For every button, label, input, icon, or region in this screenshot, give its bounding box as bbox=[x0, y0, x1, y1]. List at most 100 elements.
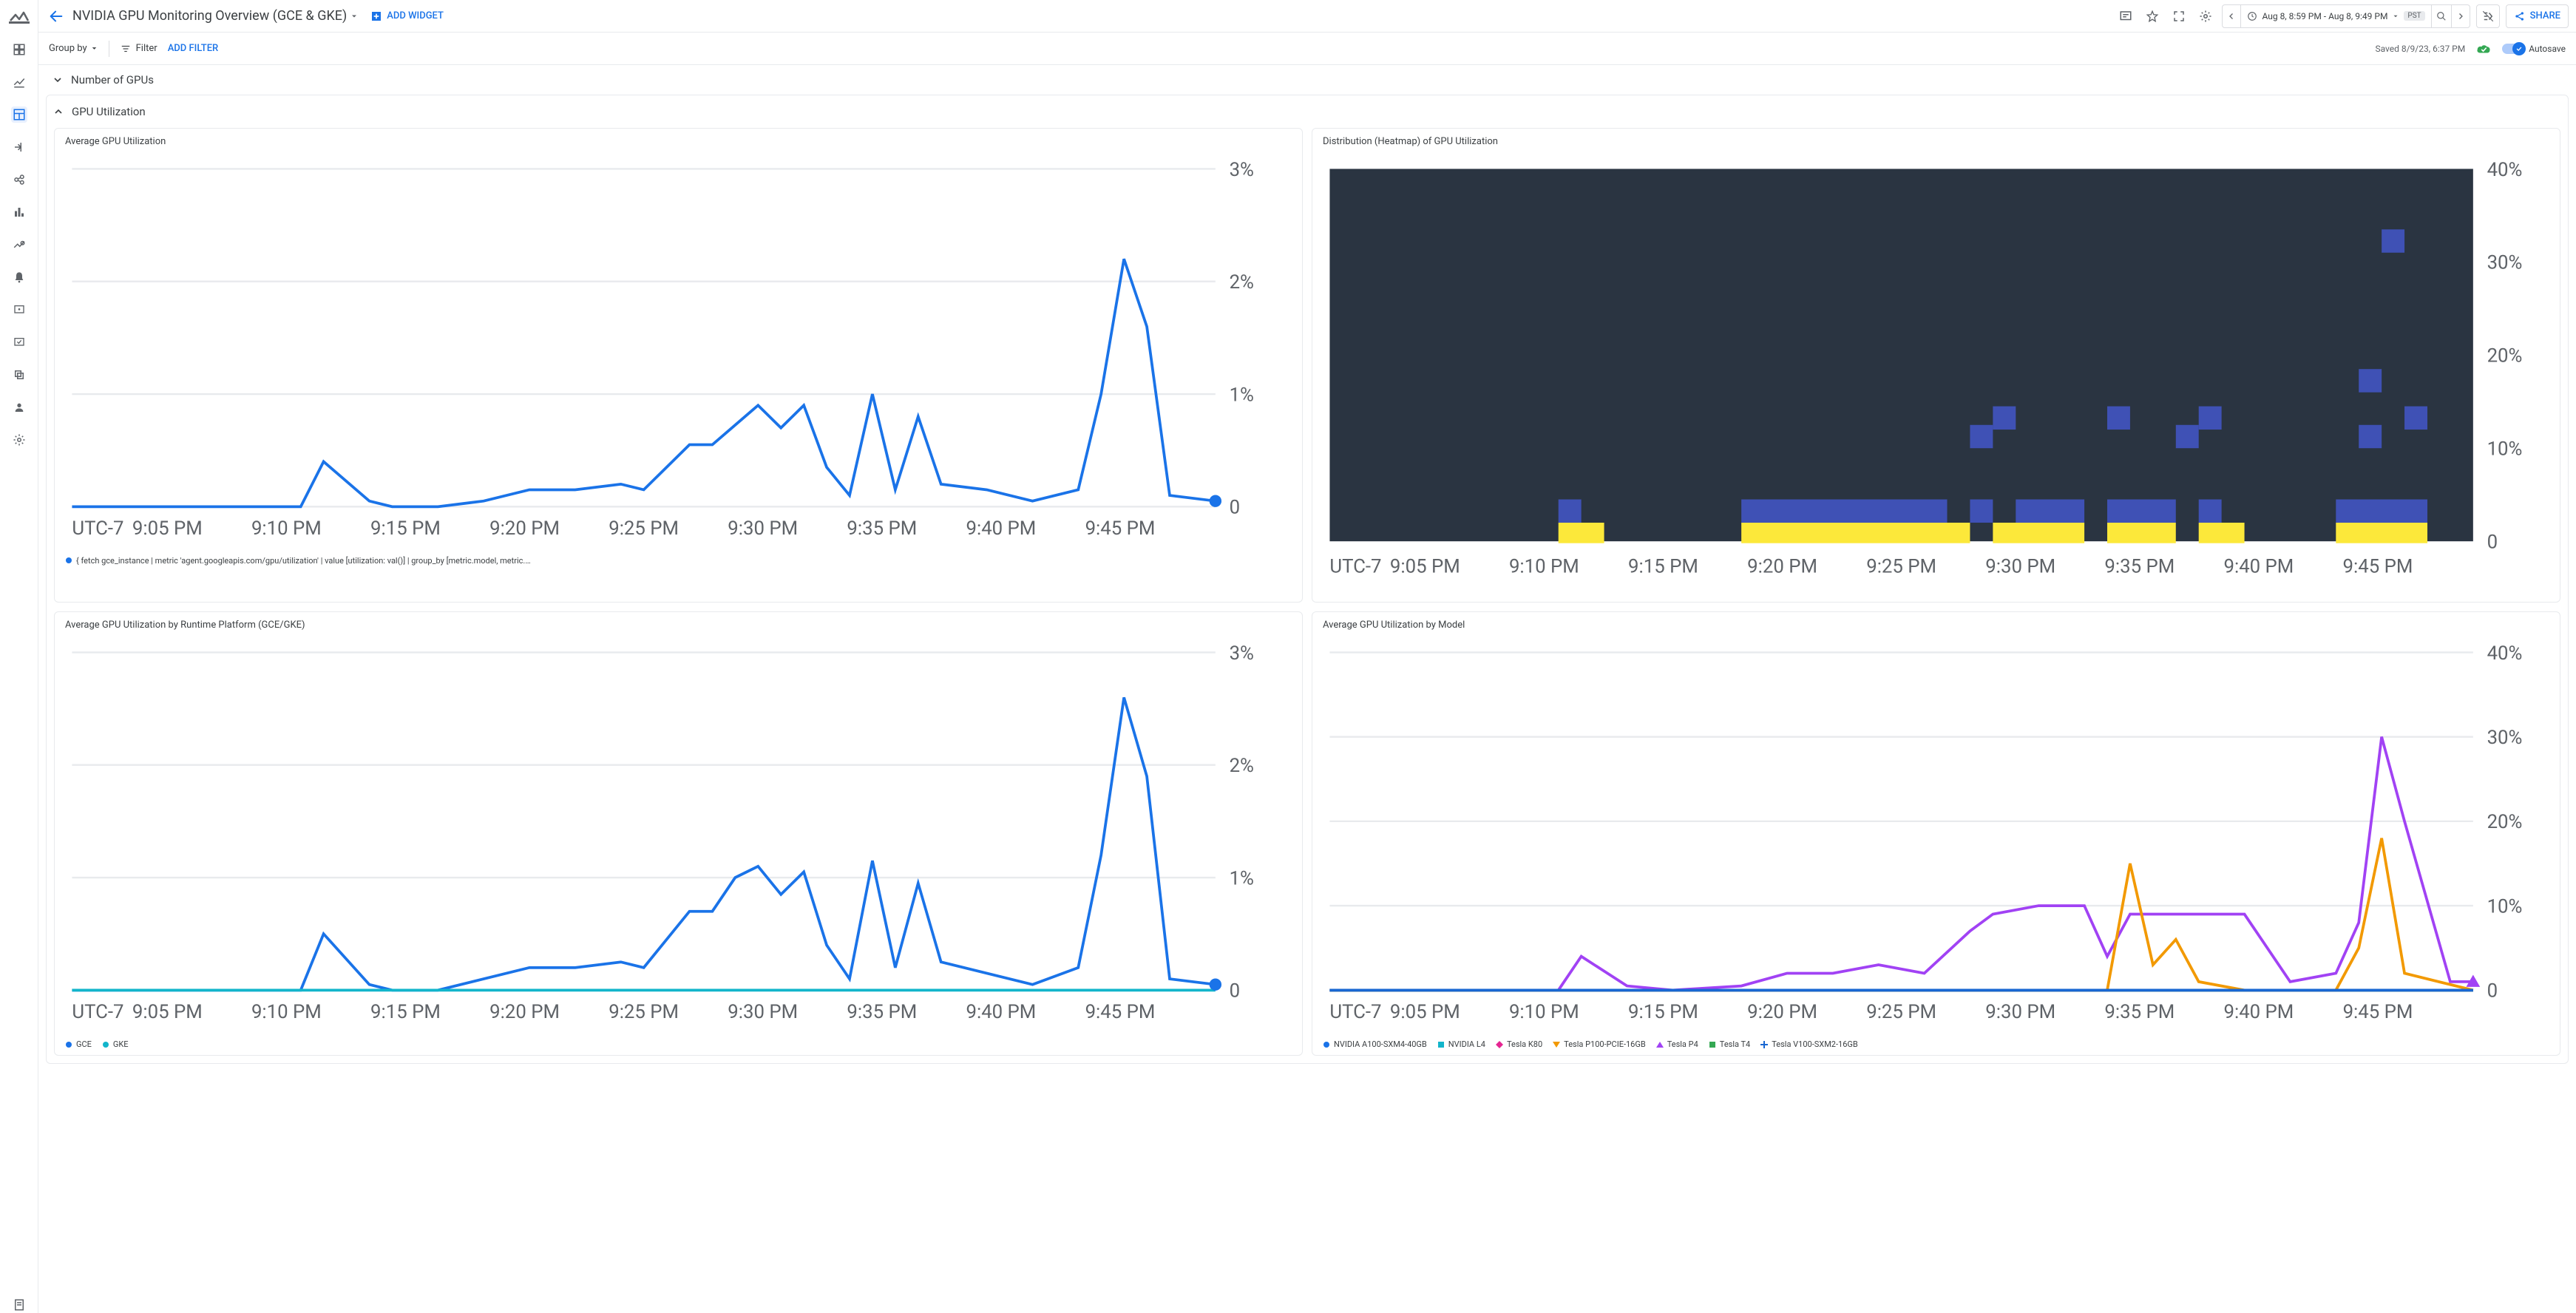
svg-text:30%: 30% bbox=[2487, 252, 2523, 274]
filter-bar: Group by Filter ADD FILTER Saved 8/9/23,… bbox=[38, 33, 2576, 65]
legend-item-label: Tesla K80 bbox=[1507, 1039, 1542, 1049]
svg-text:9:20 PM: 9:20 PM bbox=[489, 518, 560, 540]
nav-dashboards-icon[interactable] bbox=[11, 106, 27, 123]
chart-legend: { fetch gce_instance | metric 'agent.goo… bbox=[55, 553, 1302, 566]
nav-synthetic-icon[interactable] bbox=[11, 334, 27, 350]
add-widget-button[interactable]: ADD WIDGET bbox=[365, 7, 450, 25]
legend-item[interactable]: Tesla K80 bbox=[1496, 1039, 1542, 1049]
time-zoom-button[interactable] bbox=[2432, 5, 2451, 27]
chevron-down-icon bbox=[2392, 13, 2399, 20]
nav-user-icon[interactable] bbox=[11, 399, 27, 415]
svg-text:9:15 PM: 9:15 PM bbox=[370, 1001, 441, 1023]
svg-text:9:25 PM: 9:25 PM bbox=[609, 518, 679, 540]
legend-item-label: Tesla T4 bbox=[1720, 1039, 1750, 1049]
svg-text:9:15 PM: 9:15 PM bbox=[370, 518, 441, 540]
chart-card-model: Average GPU Utilization by Model 010%20%… bbox=[1312, 611, 2560, 1056]
title-dropdown-icon bbox=[350, 12, 359, 21]
svg-text:3%: 3% bbox=[1230, 642, 1254, 665]
dashboard-title[interactable]: NVIDIA GPU Monitoring Overview (GCE & GK… bbox=[72, 8, 359, 24]
chart-title: Average GPU Utilization by Runtime Platf… bbox=[55, 620, 1302, 635]
chart-plot-area[interactable]: 010%20%30%40%UTC-79:05 PM9:10 PM9:15 PM9… bbox=[1312, 152, 2560, 596]
legend-item-label: GKE bbox=[113, 1039, 129, 1049]
legend-item[interactable]: GKE bbox=[102, 1039, 129, 1049]
section-number-of-gpus[interactable]: Number of GPUs bbox=[46, 65, 2569, 95]
svg-text:9:25 PM: 9:25 PM bbox=[1866, 1001, 1936, 1023]
section-gpu-utilization-header[interactable]: GPU Utilization bbox=[47, 95, 2568, 128]
svg-text:0: 0 bbox=[1230, 980, 1240, 1002]
svg-text:1%: 1% bbox=[1230, 384, 1254, 406]
filter-icon bbox=[120, 44, 132, 54]
legend-item[interactable]: GCE bbox=[65, 1039, 92, 1049]
share-icon bbox=[2514, 10, 2526, 22]
share-button[interactable]: SHARE bbox=[2506, 4, 2569, 28]
svg-text:1%: 1% bbox=[1230, 868, 1254, 890]
nav-slo-icon[interactable] bbox=[11, 172, 27, 188]
chart-plot-area[interactable]: 010%20%30%40%UTC-79:05 PM9:10 PM9:15 PM9… bbox=[1312, 635, 2560, 1037]
add-filter-button[interactable]: ADD FILTER bbox=[168, 43, 219, 54]
legend-item-label: NVIDIA A100-SXM4-40GB bbox=[1334, 1039, 1427, 1049]
svg-text:0: 0 bbox=[2487, 532, 2498, 554]
nav-settings-icon[interactable] bbox=[11, 432, 27, 448]
svg-text:9:40 PM: 9:40 PM bbox=[966, 1001, 1036, 1023]
autosave-toggle[interactable] bbox=[2502, 44, 2524, 54]
legend-item[interactable]: NVIDIA L4 bbox=[1437, 1039, 1485, 1049]
svg-text:9:30 PM: 9:30 PM bbox=[728, 518, 798, 540]
comments-button[interactable] bbox=[2115, 6, 2136, 27]
svg-text:9:35 PM: 9:35 PM bbox=[2104, 1001, 2175, 1023]
auto-refresh-toggle[interactable] bbox=[2476, 4, 2500, 28]
nav-uptime-icon[interactable] bbox=[11, 302, 27, 318]
svg-text:9:40 PM: 9:40 PM bbox=[966, 518, 1036, 540]
nav-groups-icon[interactable] bbox=[11, 367, 27, 383]
star-button[interactable] bbox=[2142, 6, 2163, 27]
chevron-down-icon bbox=[52, 74, 64, 86]
filter-label: Filter bbox=[136, 43, 157, 54]
svg-text:9:15 PM: 9:15 PM bbox=[1628, 1001, 1698, 1023]
svg-text:UTC-7: UTC-7 bbox=[1329, 1001, 1381, 1023]
legend-item[interactable]: Tesla T4 bbox=[1709, 1039, 1750, 1049]
plus-box-icon bbox=[370, 10, 382, 22]
legend-item[interactable]: Tesla V100-SXM2-16GB bbox=[1760, 1039, 1857, 1049]
svg-text:9:30 PM: 9:30 PM bbox=[728, 1001, 798, 1023]
svg-text:40%: 40% bbox=[2487, 642, 2523, 665]
time-next-button[interactable] bbox=[2452, 5, 2470, 27]
group-by-dropdown[interactable]: Group by bbox=[49, 43, 98, 54]
add-widget-label: ADD WIDGET bbox=[387, 10, 444, 21]
back-button[interactable] bbox=[46, 6, 67, 27]
nav-alerting-icon[interactable] bbox=[11, 269, 27, 285]
nav-overview-icon[interactable] bbox=[11, 41, 27, 58]
nav-explorer-icon[interactable] bbox=[11, 237, 27, 253]
nav-bars-icon[interactable] bbox=[11, 204, 27, 220]
nav-notes-icon[interactable] bbox=[11, 1297, 27, 1313]
cloud-saved-icon bbox=[2475, 43, 2492, 55]
legend-item[interactable]: NVIDIA A100-SXM4-40GB bbox=[1323, 1039, 1427, 1049]
svg-text:9:25 PM: 9:25 PM bbox=[1866, 555, 1936, 577]
svg-text:30%: 30% bbox=[2487, 727, 2523, 749]
chart-card-heatmap: Distribution (Heatmap) of GPU Utilizatio… bbox=[1312, 128, 2560, 603]
settings-button[interactable] bbox=[2195, 6, 2216, 27]
nav-metrics-icon[interactable] bbox=[11, 74, 27, 90]
legend-item-label: Tesla P4 bbox=[1667, 1039, 1698, 1049]
chart-plot-area[interactable]: 01%2%3%UTC-79:05 PM9:10 PM9:15 PM9:20 PM… bbox=[55, 152, 1302, 553]
time-prev-button[interactable] bbox=[2223, 5, 2240, 27]
svg-text:9:35 PM: 9:35 PM bbox=[847, 1001, 917, 1023]
svg-text:9:45 PM: 9:45 PM bbox=[2343, 555, 2413, 577]
clock-icon bbox=[2247, 11, 2257, 21]
svg-text:0: 0 bbox=[2487, 980, 2498, 1002]
vertical-nav bbox=[0, 0, 38, 1313]
filter-button[interactable]: Filter bbox=[120, 43, 157, 54]
time-range-button[interactable]: Aug 8, 8:59 PM - Aug 8, 9:49 PM PST bbox=[2241, 5, 2430, 27]
chart-title: Average GPU Utilization bbox=[55, 136, 1302, 152]
legend-item[interactable]: Tesla P100-PCIE-16GB bbox=[1553, 1039, 1646, 1049]
svg-text:9:30 PM: 9:30 PM bbox=[1985, 1001, 2055, 1023]
timezone-badge: PST bbox=[2404, 11, 2424, 21]
svg-text:9:40 PM: 9:40 PM bbox=[2223, 555, 2294, 577]
chart-plot-area[interactable]: 01%2%3%UTC-79:05 PM9:10 PM9:15 PM9:20 PM… bbox=[55, 635, 1302, 1037]
svg-text:3%: 3% bbox=[1230, 159, 1254, 181]
svg-text:9:35 PM: 9:35 PM bbox=[847, 518, 917, 540]
fullscreen-button[interactable] bbox=[2169, 6, 2189, 27]
section-title: Number of GPUs bbox=[71, 73, 154, 86]
svg-text:9:20 PM: 9:20 PM bbox=[1747, 1001, 1817, 1023]
svg-text:9:10 PM: 9:10 PM bbox=[1509, 1001, 1579, 1023]
legend-item[interactable]: Tesla P4 bbox=[1656, 1039, 1698, 1049]
nav-integrations-icon[interactable] bbox=[11, 139, 27, 155]
